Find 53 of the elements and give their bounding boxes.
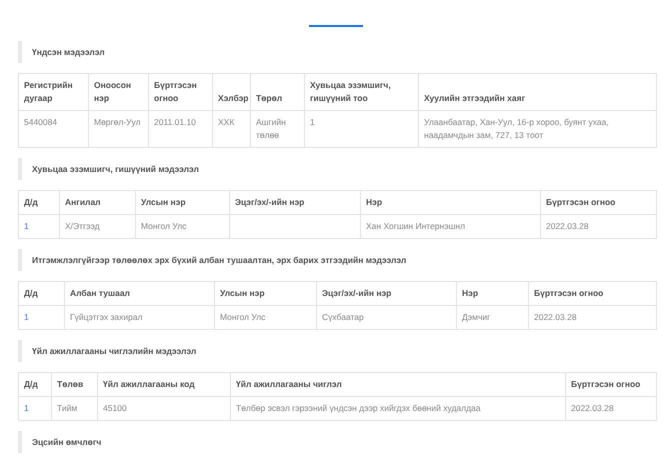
table-cell-text: ХХК [218, 117, 234, 127]
column-header: Төрөл [250, 74, 304, 110]
column-header: Нэр [360, 190, 540, 214]
column-header: Бүртгэсэн огноо [528, 282, 656, 306]
column-header: Хэлбэр [212, 74, 250, 110]
table-cell-text: 1 [24, 312, 29, 322]
table-cell-text: Гүйцэтгэх захирал [70, 312, 143, 322]
table-cell-text: 2022.03.28 [546, 221, 589, 231]
column-header: Албан тушаал [64, 282, 214, 306]
table-cell-text: 1 [24, 403, 29, 413]
section-heading: Хувьцаа эзэмшигч, гишүүний мэдээлэл [18, 158, 657, 180]
column-header: Төлөв [52, 372, 98, 396]
section-heading: Эцсийн өмчлөгч [18, 431, 657, 453]
table-cell-text: 1 [24, 221, 29, 231]
table-cell-text: Тийм [57, 403, 78, 413]
column-header: Нэр [456, 282, 528, 306]
table-cell-text: 1 [310, 117, 315, 127]
table-cell-text: Сүхбаатар [322, 312, 364, 322]
table-cell-text: 45100 [103, 403, 127, 413]
table-cell-text: 2022.03.28 [571, 403, 614, 413]
column-header: Үйл ажиллагааны чиглэл [230, 372, 566, 396]
column-header: Хуулийн этгээдийн хаяг [418, 74, 656, 110]
column-header: Д/д [18, 190, 60, 214]
column-header: Д/д [18, 282, 64, 306]
table-cell-text: 2022.03.28 [534, 312, 577, 322]
column-header: Бүртгэсэн огноо [540, 190, 656, 214]
column-header: Д/д [18, 372, 52, 396]
column-header: Оноосон нэр [88, 74, 148, 110]
table-cell-text: 2011.01.10 [154, 117, 196, 127]
column-header: Бүртгэсэн огноо [148, 74, 212, 110]
table-cell-text: Монгол Улс [141, 221, 186, 231]
table-cell-text: Х/Этгээд [65, 221, 100, 231]
column-header: Улсын нэр [136, 190, 230, 214]
column-header: Бүртгэсэн огноо [566, 372, 656, 396]
section-heading: Үйл ажиллагааны чиглэлийн мэдээлэл [18, 340, 657, 362]
table-cell-text: 5440084 [24, 117, 58, 127]
table-cell-text: Төлбөр эсвэл гэрээний үндсэн дээр хийгдэх бөөний худалдаа [236, 403, 481, 413]
table-cell-text: Монгол Улс [220, 312, 266, 322]
table-cell-text: Дэмчиг [462, 312, 490, 322]
section-heading: Итгэмжлэлгүйгээр төлөөлөх эрх бүхий албан тушаалтан, эрх барих этгээдийн мэдээлэл [18, 249, 657, 271]
column-header: Регистрийн дугаар [18, 74, 88, 110]
column-header: Улсын нэр [214, 282, 316, 306]
section-heading: Үндсэн мэдээлэл [18, 41, 657, 63]
table-cell-text: Ашгийн төлөө [256, 117, 286, 140]
column-header: Ангилал [60, 190, 136, 214]
column-header: Хувьцаа эзэмшигч, гишүүний тоо [304, 74, 418, 110]
title-underline [308, 25, 362, 27]
table-cell-text: Улаанбаатар, Хан-Уул, 16-р хороо, буянт ухаа, наадамчдын зам, 727, 13 тоот [424, 117, 609, 140]
table-cell-text: Мөргөл-Уул [94, 117, 141, 127]
table-cell-text: Хан Хогшин Интернэшнл [366, 221, 466, 231]
column-header: Үйл ажиллагааны код [98, 372, 230, 396]
column-header: Эцэг/эх/-ийн нэр [316, 282, 456, 306]
column-header: Эцэг/эх/-ийн нэр [230, 190, 360, 214]
